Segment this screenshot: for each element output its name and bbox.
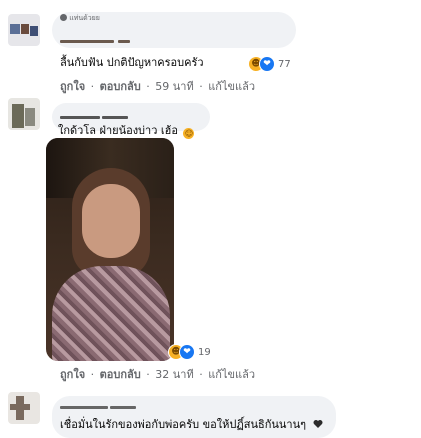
- photo-person-body: [52, 266, 170, 361]
- commenter-name-part: [102, 116, 128, 119]
- commenter-name[interactable]: [60, 116, 100, 119]
- reply-button[interactable]: ตอบกลับ: [100, 80, 141, 94]
- edited-label: แก้ไขแล้ว: [208, 368, 256, 381]
- commenter-name[interactable]: [60, 40, 114, 43]
- separator: ·: [90, 368, 95, 381]
- like-reaction-icon: ❤: [179, 344, 195, 360]
- like-reaction-icon: ❤: [259, 56, 275, 72]
- avatar[interactable]: [8, 392, 40, 424]
- black-heart-icon: [313, 419, 323, 429]
- comment-bubble: เชื่อมั่นในรักของพ่อกับพ่อครับ ขอให้ปฏิ์…: [52, 396, 336, 438]
- timestamp[interactable]: 32 นาที: [155, 368, 193, 382]
- comment-thread: แท่นด้วยย ลื้นกับฟัน ปกติปัญหาครอบครัว ☻…: [0, 0, 421, 438]
- attached-photo[interactable]: [46, 138, 174, 361]
- separator: ·: [146, 368, 150, 381]
- reaction-summary[interactable]: ☻ ❤ 77: [248, 55, 291, 73]
- separator: ·: [199, 80, 203, 93]
- comment-actions: ถูกใจ · ตอบกลับ · 32 นาที · แก้ไขแล้ว: [60, 368, 255, 382]
- timestamp[interactable]: 59 นาที: [155, 80, 193, 94]
- commenter-name-part: [110, 406, 136, 409]
- top-label: แท่นด้วยย: [60, 14, 100, 23]
- reaction-count: 19: [198, 346, 211, 358]
- avatar[interactable]: [8, 98, 40, 130]
- reaction-count: 77: [278, 58, 291, 70]
- reaction-summary[interactable]: ☻ ❤ 19: [168, 343, 211, 361]
- separator: ·: [146, 80, 150, 93]
- separator: ·: [199, 368, 203, 381]
- edited-label: แก้ไขแล้ว: [208, 80, 256, 93]
- globe-icon: [60, 14, 67, 21]
- reply-button[interactable]: ตอบกลับ: [100, 368, 141, 382]
- like-button[interactable]: ถูกใจ: [60, 80, 85, 94]
- like-button[interactable]: ถูกใจ: [60, 368, 85, 382]
- laughing-emoji-icon: ☺: [183, 128, 195, 139]
- photo-person-face: [82, 184, 140, 258]
- comment-actions: ถูกใจ · ตอบกลับ · 59 นาที · แก้ไขแล้ว: [60, 80, 255, 94]
- comment-text: ลื้นกับฟัน ปกติปัญหาครอบครัว: [60, 56, 204, 69]
- avatar[interactable]: [8, 14, 40, 46]
- commenter-name-part: [118, 40, 130, 43]
- comment-bubble: แท่นด้วยย: [52, 12, 296, 48]
- comment-text: ใกด้วโล ฝ่ายน้องบ่าว เฮ้อ ☺: [58, 124, 195, 139]
- separator: ·: [90, 80, 95, 93]
- comment-text: เชื่อมั่นในรักของพ่อกับพ่อครับ ขอให้ปฏิ์…: [60, 418, 323, 432]
- commenter-name[interactable]: [60, 406, 108, 409]
